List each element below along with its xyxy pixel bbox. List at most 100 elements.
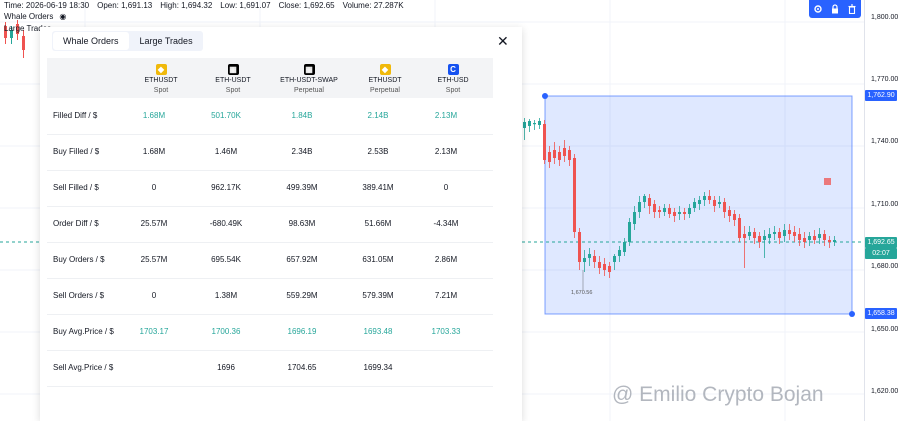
candle-body <box>753 232 756 238</box>
price-label: 1,800.00 <box>871 14 899 21</box>
candle-body <box>828 240 831 242</box>
table-cell: 631.05M <box>362 255 394 264</box>
price-label: 1,770.00 <box>871 76 899 83</box>
column-header: ◆ ETHUSDT Perpetual <box>351 64 419 94</box>
ohlc-time: Time: 2026-06-19 18:30 <box>4 1 90 10</box>
table-cell: 2.13M <box>434 111 458 120</box>
table-row: Buy Filled / $ 1.68M 1.46M 2.34B 2.53B 2.13M <box>47 134 493 171</box>
candle-body <box>813 236 816 240</box>
candle-body <box>673 212 676 216</box>
candle-body <box>703 196 706 200</box>
candle-body <box>683 212 686 214</box>
table-cell: -4.34M <box>433 219 459 228</box>
column-header: C ETH-USD Spot <box>419 64 487 94</box>
candle-body <box>708 196 711 200</box>
candle-body <box>733 214 736 220</box>
price-label: 1,620.00 <box>871 388 899 395</box>
table-cell: 501.70K <box>211 111 241 120</box>
candle-body <box>818 234 821 238</box>
legend-whale-orders[interactable]: Whale Orders ◉ <box>4 12 66 21</box>
binance-icon: ◆ <box>379 64 391 75</box>
table-cell: 51.66M <box>364 219 392 228</box>
tab-large-trades[interactable]: Large Trades <box>130 31 203 51</box>
candle-body <box>748 232 751 236</box>
column-symbol: ETH-USDT <box>215 77 251 84</box>
column-symbol: ETHUSDT <box>368 77 402 84</box>
candle-body <box>613 256 616 262</box>
ohlc-close: Close: 1,692.65 <box>278 1 335 10</box>
ohlc-volume: Volume: 27.287K <box>342 1 404 10</box>
table-cell: 695.54K <box>211 255 241 264</box>
row-label: Buy Avg.Price / $ <box>53 327 114 336</box>
table-cell: 1.68M <box>142 111 166 120</box>
table-cell: 559.29M <box>286 291 318 300</box>
candle-body <box>593 256 596 262</box>
price-axis[interactable]: 1,800.00 1,770.00 1,740.00 1,710.00 1,68… <box>864 0 900 421</box>
candle-body <box>743 234 746 238</box>
candle-body <box>598 262 601 268</box>
candle-body <box>558 152 561 160</box>
row-label: Sell Filled / $ <box>53 183 99 192</box>
candle-body <box>658 210 661 212</box>
settings-icon[interactable] <box>812 3 824 15</box>
selection-high-badge: 1,762.90 <box>865 90 897 101</box>
candle-body <box>638 202 641 212</box>
drawing-toolbar <box>809 0 861 18</box>
row-label: Order Diff / $ <box>53 219 99 228</box>
candle-body <box>773 232 776 234</box>
candle-body <box>833 240 836 242</box>
row-label: Sell Avg.Price / $ <box>53 363 114 372</box>
panel-tabs: Whale Orders Large Trades <box>52 31 203 51</box>
table-cell: 25.57M <box>140 255 168 264</box>
price-label: 1,680.00 <box>871 263 899 270</box>
candle-body <box>643 196 646 202</box>
table-cell: 2.86M <box>434 255 458 264</box>
candle-body <box>758 236 761 242</box>
okx-icon: ▦ <box>227 64 239 75</box>
table-row: Sell Orders / $ 0 1.38M 559.29M 579.39M 7.21M <box>47 278 493 315</box>
candle-body <box>798 234 801 240</box>
row-label: Buy Orders / $ <box>53 255 105 264</box>
candle-body <box>543 124 546 160</box>
column-header: ◆ ETHUSDT Spot <box>127 64 195 94</box>
ohlc-low: Low: 1,691.07 <box>220 1 271 10</box>
candle-body <box>533 123 536 125</box>
countdown-badge: 02:07 <box>865 248 897 259</box>
candle-body <box>553 150 556 158</box>
current-price-badge: 1,692.65 <box>865 237 897 248</box>
row-label: Sell Orders / $ <box>53 291 105 300</box>
candle-body <box>668 208 671 214</box>
table-cell: 1703.33 <box>431 327 461 336</box>
table-cell: 962.17K <box>211 183 241 192</box>
column-market: Perpetual <box>370 87 400 94</box>
price-label: 1,740.00 <box>871 138 899 145</box>
whale-sell-marker <box>824 178 831 185</box>
lock-icon[interactable] <box>829 3 841 15</box>
candle-body <box>678 212 681 214</box>
candle-body <box>563 148 566 156</box>
column-header: ▦ ETH-USDT Spot <box>199 64 267 94</box>
legend-whale-orders-label: Whale Orders <box>4 12 54 21</box>
candle-body <box>573 158 576 232</box>
ohlc-high: High: 1,694.32 <box>160 1 213 10</box>
candle-body <box>633 212 636 224</box>
candle-body <box>603 264 606 270</box>
selection-handle-bottom <box>849 311 855 317</box>
table-cell: 1699.34 <box>363 363 393 372</box>
candle-body <box>653 204 656 212</box>
candle-body <box>608 266 611 272</box>
table-cell: 1693.48 <box>363 327 393 336</box>
candle-body <box>788 230 791 234</box>
candle-body <box>718 202 721 204</box>
trash-icon[interactable] <box>846 3 858 15</box>
candle-body <box>738 218 741 238</box>
column-market: Perpetual <box>294 87 324 94</box>
table-cell: 0 <box>151 291 157 300</box>
table-cell: 1696.19 <box>287 327 317 336</box>
table-row: Buy Avg.Price / $ 1703.17 1700.36 1696.19 16… <box>47 314 493 351</box>
close-icon[interactable]: ✕ <box>497 33 509 50</box>
eye-icon[interactable]: ◉ <box>59 12 66 21</box>
column-market: Spot <box>225 87 241 94</box>
table-cell: 2.34B <box>291 147 313 156</box>
tab-whale-orders[interactable]: Whale Orders <box>53 32 129 50</box>
